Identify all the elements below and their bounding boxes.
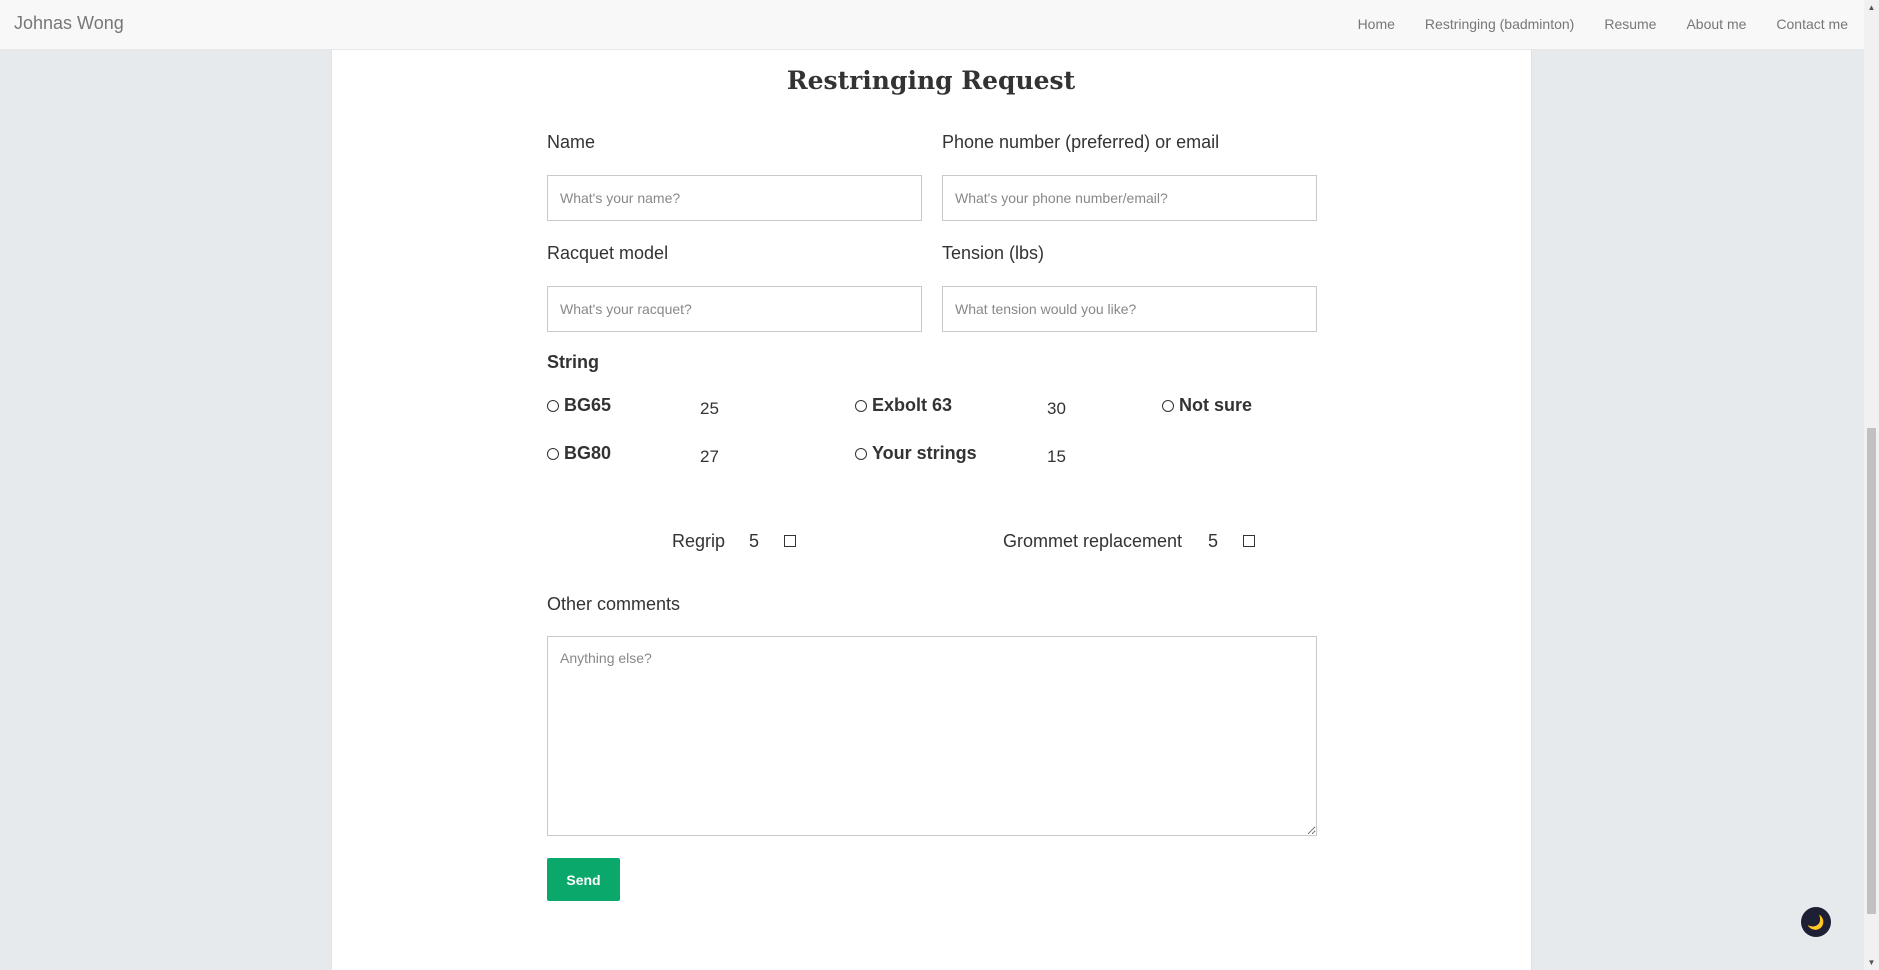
nav-resume[interactable]: Resume — [1604, 16, 1656, 32]
contact-label: Phone number (preferred) or email — [942, 132, 1220, 152]
radio-label: BG65 — [564, 395, 612, 415]
grommet-checkbox[interactable] — [1243, 535, 1255, 547]
racquet-label: Racquet model — [547, 243, 669, 263]
nav-links: Home Restringing (badminton) Resume Abou… — [1328, 16, 1848, 32]
radio-label: Your strings — [872, 443, 977, 463]
nav-restringing[interactable]: Restringing (badminton) — [1425, 16, 1574, 32]
radio-circle[interactable] — [547, 399, 559, 412]
tension-input[interactable] — [942, 286, 1317, 332]
radio-circle[interactable] — [855, 447, 867, 460]
dark-mode-toggle[interactable]: 🌙 — [1801, 907, 1831, 937]
radio-label: Not sure — [1179, 395, 1253, 415]
comments-label: Other comments — [547, 594, 681, 614]
nav-home[interactable]: Home — [1358, 16, 1395, 32]
name-label: Name — [547, 132, 596, 152]
page-scrollbar[interactable]: ▲ ▼ — [1864, 0, 1879, 970]
radio-exbolt63[interactable]: Exbolt 63 — [855, 395, 952, 416]
regrip-price: 5 — [749, 531, 760, 551]
scroll-thumb[interactable] — [1867, 428, 1876, 914]
price-exbolt63: 30 — [1047, 399, 1066, 418]
regrip-checkbox[interactable] — [784, 535, 796, 547]
radio-label: Exbolt 63 — [872, 395, 953, 415]
nav-contact[interactable]: Contact me — [1776, 16, 1848, 32]
grommet-price: 5 — [1208, 531, 1219, 551]
radio-your-strings[interactable]: Your strings — [855, 443, 977, 464]
price-your-strings: 15 — [1047, 447, 1066, 466]
name-input[interactable] — [547, 175, 922, 221]
price-bg80: 27 — [700, 447, 719, 466]
scroll-up-icon[interactable]: ▲ — [1864, 0, 1879, 15]
radio-circle[interactable] — [855, 399, 867, 412]
radio-bg80[interactable]: BG80 — [547, 443, 611, 464]
radio-circle[interactable] — [547, 447, 559, 460]
brand-link[interactable]: Johnas Wong — [14, 13, 124, 34]
nav-about[interactable]: About me — [1686, 16, 1746, 32]
radio-label: BG80 — [564, 443, 612, 463]
radio-bg65[interactable]: BG65 — [547, 395, 611, 416]
string-heading: String — [547, 352, 599, 372]
contact-input[interactable] — [942, 175, 1317, 221]
moon-icon: 🌙 — [1807, 913, 1825, 930]
comments-textarea[interactable] — [547, 636, 1317, 836]
radio-circle[interactable] — [1162, 399, 1174, 412]
page-title: Restringing Request — [786, 66, 1076, 95]
scroll-down-icon[interactable]: ▼ — [1864, 955, 1879, 970]
radio-not-sure[interactable]: Not sure — [1162, 395, 1252, 416]
price-bg65: 25 — [700, 399, 719, 418]
grommet-label: Grommet replacement — [1003, 531, 1183, 551]
send-button[interactable]: Send — [547, 858, 620, 901]
racquet-input[interactable] — [547, 286, 922, 332]
regrip-label: Regrip — [672, 531, 726, 551]
tension-label: Tension (lbs) — [942, 243, 1045, 263]
navbar: Johnas Wong Home Restringing (badminton)… — [0, 0, 1864, 50]
